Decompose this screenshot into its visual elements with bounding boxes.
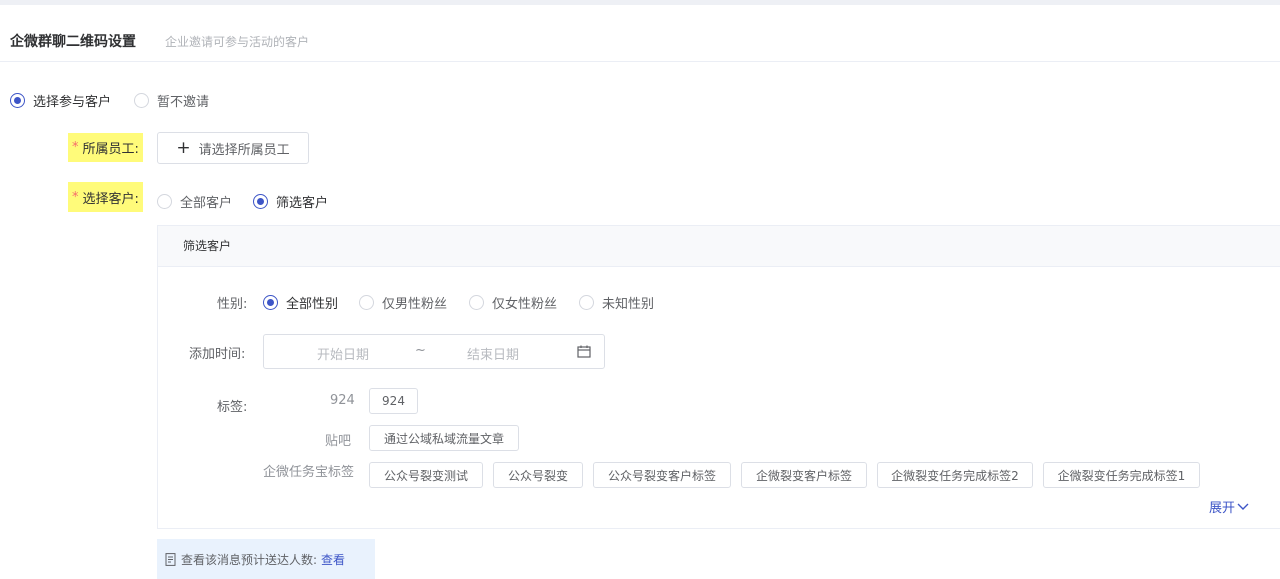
radio-label: 筛选客户 (276, 196, 329, 211)
document-icon (165, 552, 176, 566)
date-range-picker[interactable]: 开始日期 ~ 结束日期 (263, 334, 605, 369)
calendar-icon (577, 345, 591, 358)
radio-label: 暂不邀请 (157, 95, 210, 110)
radio-gender-male[interactable]: 仅男性粉丝 (359, 293, 447, 312)
radio-all-customers[interactable]: 全部客户 (157, 192, 232, 211)
estimated-reach-tip: 查看该消息预计送达人数: 查看 (157, 539, 375, 579)
employee-field-label: * 所属员工: (68, 133, 143, 162)
radio-dot[interactable] (157, 194, 172, 209)
tag-group-name: 924 (330, 393, 355, 408)
required-mark: * (72, 140, 79, 155)
radio-dot[interactable] (10, 93, 25, 108)
radio-label: 仅女性粉丝 (492, 297, 558, 312)
tag-chip[interactable]: 企微裂变任务完成标签1 (1043, 462, 1200, 488)
radio-label: 选择参与客户 (33, 95, 112, 110)
radio-dot[interactable] (359, 295, 374, 310)
chevron-down-icon (1237, 503, 1249, 510)
radio-label: 全部性别 (286, 297, 339, 312)
filter-panel-title: 筛选客户 (158, 226, 1280, 267)
tag-chip[interactable]: 企微裂变任务完成标签2 (877, 462, 1033, 488)
view-reach-link[interactable]: 查看 (321, 551, 345, 568)
tag-group-name: 贴吧 (325, 434, 352, 449)
radio-filter-customers[interactable]: 筛选客户 (253, 192, 328, 211)
tag-chip[interactable]: 924 (369, 388, 418, 414)
tag-group-name: 企微任务宝标签 (263, 465, 355, 480)
radio-no-invite[interactable]: 暂不邀请 (134, 91, 209, 110)
tag-chip[interactable]: 公众号裂变客户标签 (593, 462, 731, 488)
radio-label: 全部客户 (180, 196, 233, 211)
tags-label: 标签: (217, 400, 248, 415)
tag-chip[interactable]: 公众号裂变 (493, 462, 583, 488)
required-mark: * (72, 189, 79, 205)
expand-label: 展开 (1209, 501, 1236, 516)
add-time-label: 添加时间: (189, 347, 246, 362)
plus-icon: + (176, 137, 191, 158)
radio-dot[interactable] (263, 295, 278, 310)
expand-tags-link[interactable]: 展开 (1209, 497, 1249, 516)
customer-label-text: 选择客户: (82, 191, 139, 207)
tag-chip[interactable]: 企微裂变客户标签 (741, 462, 867, 488)
tip-text: 查看该消息预计送达人数: (181, 552, 318, 567)
section-subtitle: 企业邀请可参与活动的客户 (165, 35, 310, 49)
end-date-input[interactable]: 结束日期 (467, 344, 519, 363)
radio-dot[interactable] (579, 295, 594, 310)
radio-gender-all[interactable]: 全部性别 (263, 293, 338, 312)
date-separator: ~ (415, 343, 426, 358)
select-employee-button-label: 请选择所属员工 (198, 142, 290, 158)
radio-select-customers[interactable]: 选择参与客户 (10, 91, 111, 110)
radio-label: 未知性别 (602, 297, 655, 312)
start-date-input[interactable]: 开始日期 (317, 344, 369, 363)
tag-chip[interactable]: 公众号裂变测试 (369, 462, 483, 488)
radio-gender-unknown[interactable]: 未知性别 (579, 293, 654, 312)
radio-dot[interactable] (134, 93, 149, 108)
gender-label: 性别: (217, 297, 248, 312)
radio-label: 仅男性粉丝 (382, 297, 448, 312)
customer-field-label: * 选择客户: (68, 182, 143, 212)
section-title: 企微群聊二维码设置 (10, 34, 136, 50)
radio-dot[interactable] (469, 295, 484, 310)
tag-chip[interactable]: 通过公域私域流量文章 (369, 425, 519, 451)
section-header: 企微群聊二维码设置 企业邀请可参与活动的客户 (0, 5, 1280, 62)
employee-label-text: 所属员工: (82, 142, 139, 157)
radio-gender-female[interactable]: 仅女性粉丝 (469, 293, 557, 312)
select-employee-button[interactable]: + 请选择所属员工 (157, 132, 309, 164)
radio-dot[interactable] (253, 194, 268, 209)
